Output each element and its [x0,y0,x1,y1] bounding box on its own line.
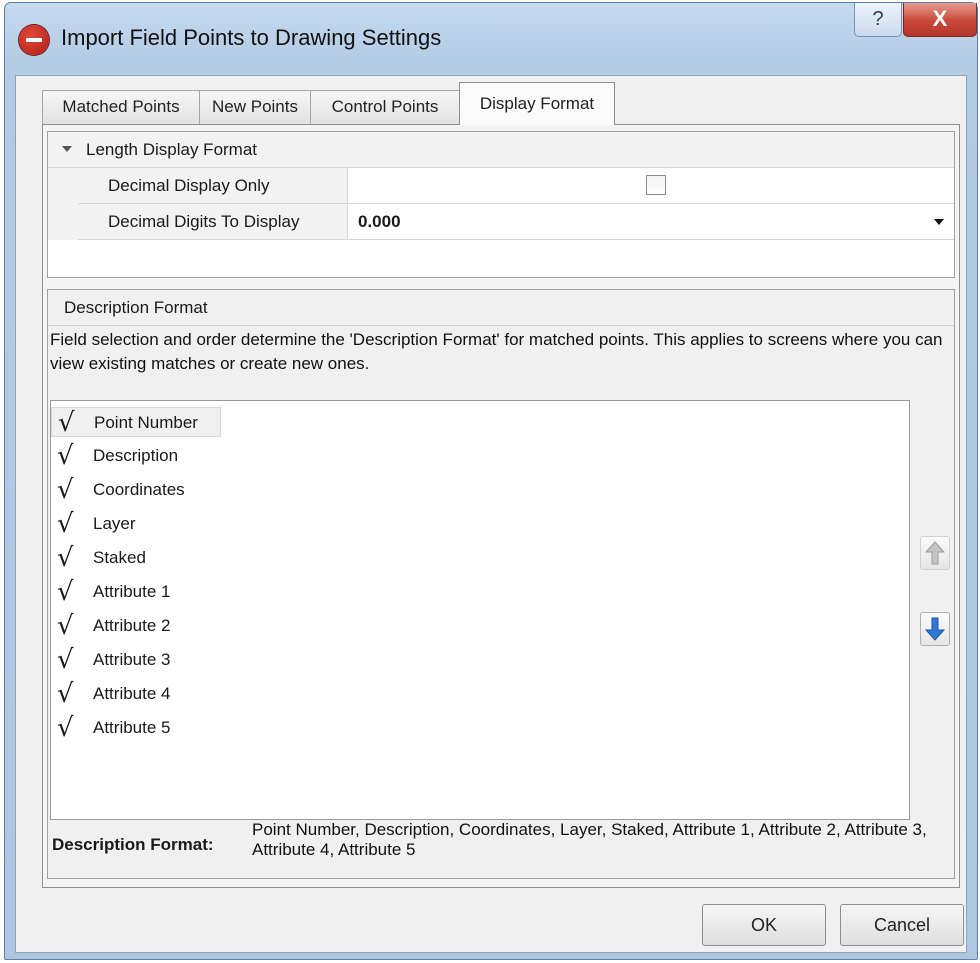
checkmark-icon[interactable]: √ [57,577,74,607]
row-gutter [48,168,78,204]
dialog-title: Import Field Points to Drawing Settings [61,25,442,50]
field-label: Layer [93,514,136,533]
field-label: Attribute 4 [93,684,171,703]
arrow-up-icon [925,541,945,565]
field-label: Attribute 2 [93,616,171,635]
decimal-digits-value: 0.000 [358,212,401,231]
tab-matched-points[interactable]: Matched Points [42,90,200,124]
app-logo-icon [19,25,49,55]
checkmark-icon[interactable]: √ [57,543,74,573]
description-format-summary-value: Point Number, Description, Coordinates, … [252,820,927,859]
description-help-text: Field selection and order determine the … [50,330,943,373]
checkmark-icon[interactable]: √ [57,475,74,505]
collapse-triangle-icon[interactable] [62,146,72,152]
description-format-group: Description Format Field selection and o… [47,289,955,879]
move-up-button[interactable] [920,536,950,570]
decimal-display-only-value [348,168,954,204]
checkmark-icon[interactable]: √ [57,509,74,539]
decimal-display-only-checkbox[interactable] [646,175,666,195]
cancel-button[interactable]: Cancel [840,904,964,946]
checkmark-icon[interactable]: √ [57,679,74,709]
move-down-button[interactable] [920,612,950,646]
field-label: Description [93,446,179,465]
field-label: Attribute 1 [93,582,171,601]
help-button[interactable]: ? [854,3,902,37]
list-item-point-number[interactable]: √ Point Number [51,407,221,438]
arrow-down-icon [925,617,945,641]
decimal-digits-row: Decimal Digits To Display 0.000 [48,204,954,240]
length-display-title: Length Display Format [86,140,258,159]
tab-display-format[interactable]: Display Format [459,82,615,125]
checkmark-icon[interactable]: √ [58,408,75,438]
dropdown-arrow-icon[interactable] [934,219,944,225]
dialog-window: Import Field Points to Drawing Settings … [4,2,978,960]
decimal-display-only-row: Decimal Display Only [48,168,954,204]
description-format-header: Description Format [48,290,954,326]
display-format-panel: Length Display Format Decimal Display On… [42,124,960,888]
close-button[interactable]: X [903,3,977,37]
tab-control-points[interactable]: Control Points [310,90,460,124]
decimal-digits-label: Decimal Digits To Display [78,204,348,240]
field-label: Point Number [94,413,198,432]
description-format-summary-label: Description Format: [52,835,214,854]
length-display-group: Length Display Format Decimal Display On… [47,131,955,278]
field-label: Attribute 5 [93,718,171,737]
decimal-display-only-label: Decimal Display Only [78,168,348,204]
length-display-header[interactable]: Length Display Format [48,132,954,168]
checkmark-icon[interactable]: √ [57,713,74,743]
field-label: Attribute 3 [93,650,171,669]
row-gutter [48,204,78,240]
dialog-body: Matched Points New Points Control Points… [15,75,967,953]
decimal-digits-select[interactable]: 0.000 [348,204,954,240]
checkmark-icon[interactable]: √ [57,645,74,675]
field-label: Coordinates [93,480,185,499]
tab-new-points[interactable]: New Points [199,90,311,124]
checkmark-icon[interactable]: √ [57,611,74,641]
ok-button[interactable]: OK [702,904,826,946]
checkmark-icon[interactable]: √ [57,441,74,471]
field-label: Staked [93,548,146,567]
field-list[interactable]: √ Point Number √ Description √ Coordinat… [50,400,910,820]
title-bar: Import Field Points to Drawing Settings … [5,3,977,75]
